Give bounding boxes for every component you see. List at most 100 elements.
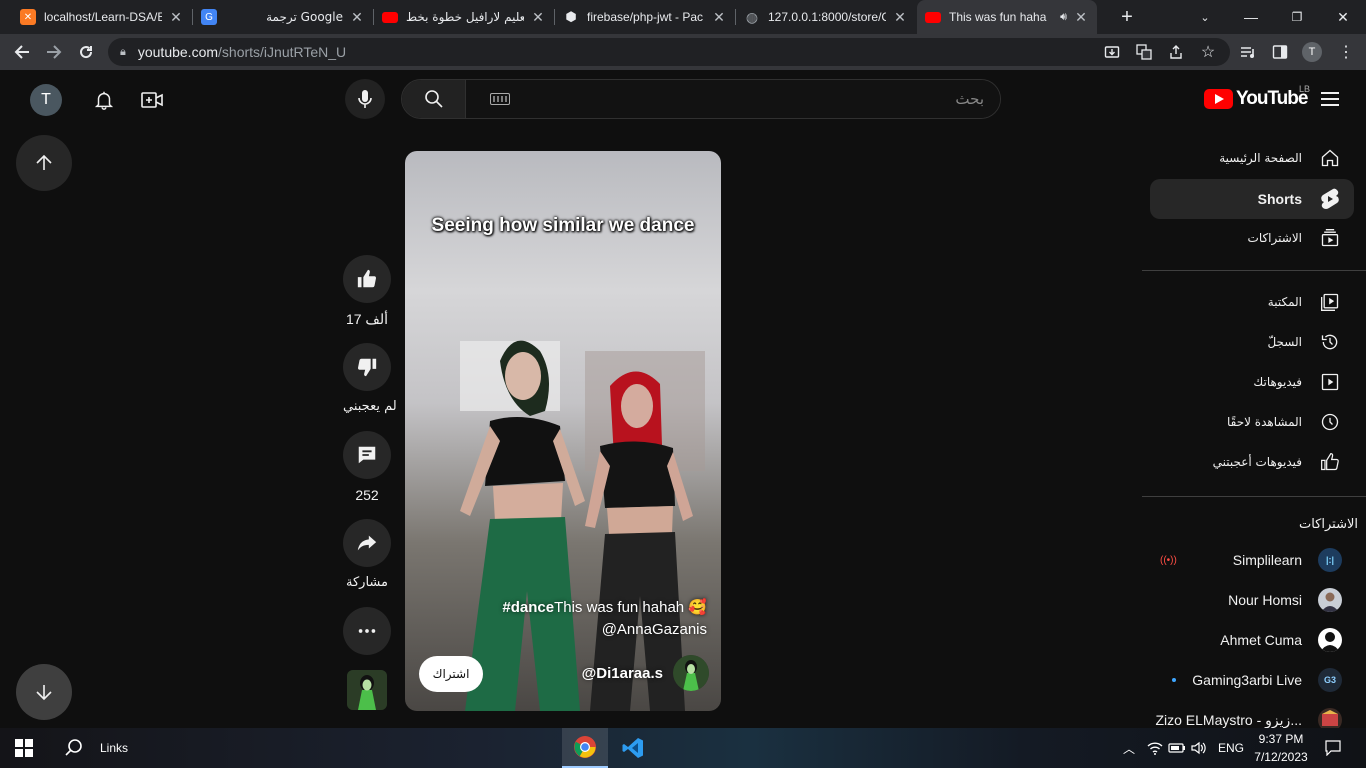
subscription-item[interactable]: Ahmet Cuma bbox=[1150, 620, 1354, 660]
tab-search-icon[interactable]: ⌄ bbox=[1182, 0, 1228, 34]
description-text: This was fun hahah 🥰 bbox=[554, 599, 707, 616]
sidebar-item-label: المكتبة bbox=[1267, 295, 1302, 309]
input-language[interactable]: ENG bbox=[1218, 741, 1244, 755]
sidebar-item-watch-later[interactable]: المشاهدة لاحقًا bbox=[1150, 402, 1354, 442]
mention-link[interactable]: @AnnaGazanis bbox=[502, 619, 707, 641]
sidebar-item-liked-videos[interactable]: فيديوهات أعجبتني bbox=[1150, 442, 1354, 482]
translate-page-icon[interactable] bbox=[1134, 42, 1154, 62]
address-bar[interactable]: 🔒︎ youtube.com/shorts/iJnutRTeN_U bbox=[108, 38, 1230, 66]
side-panel-icon[interactable] bbox=[1270, 42, 1290, 62]
subscription-name: Nour Homsi bbox=[1228, 592, 1302, 608]
chrome-taskbar-icon[interactable] bbox=[562, 728, 608, 768]
wifi-icon[interactable] bbox=[1144, 728, 1166, 768]
links-toolbar-label[interactable]: Links bbox=[100, 741, 128, 755]
share-icon[interactable] bbox=[1166, 42, 1186, 62]
clock-time[interactable]: 9:37 PM bbox=[1254, 732, 1308, 746]
sound-avatar[interactable] bbox=[347, 670, 387, 710]
install-app-icon[interactable] bbox=[1102, 42, 1122, 62]
close-tab-icon[interactable]: ✕ bbox=[530, 9, 546, 26]
more-options-button[interactable] bbox=[343, 607, 391, 655]
notification-center-icon[interactable] bbox=[1318, 728, 1348, 768]
channel-handle[interactable]: @Di1araa.s bbox=[582, 665, 663, 682]
sidebar-item-shorts[interactable]: Shorts bbox=[1150, 179, 1354, 219]
close-window-icon[interactable]: ✕ bbox=[1320, 0, 1366, 34]
voice-search-icon[interactable] bbox=[345, 79, 385, 119]
sidebar-item-library[interactable]: المكتبة bbox=[1150, 282, 1354, 322]
menu-hamburger-icon[interactable] bbox=[1318, 88, 1342, 112]
taskbar-search-icon[interactable] bbox=[58, 728, 90, 768]
next-short-button[interactable] bbox=[16, 664, 72, 720]
windows-start-icon[interactable] bbox=[8, 728, 40, 768]
subscription-avatar: |:| bbox=[1318, 548, 1342, 572]
sidebar-item-history[interactable]: السجلّ bbox=[1150, 322, 1354, 362]
lock-icon[interactable]: 🔒︎ bbox=[120, 46, 126, 59]
close-tab-icon[interactable]: ✕ bbox=[168, 9, 184, 26]
tab-title: ترجمة Google bbox=[266, 10, 343, 24]
subscription-name: Gaming3arbi Live bbox=[1192, 672, 1302, 688]
sidebar-divider bbox=[1142, 496, 1366, 497]
battery-icon[interactable] bbox=[1166, 728, 1188, 768]
address-toolbar: 🔒︎ youtube.com/shorts/iJnutRTeN_U ☆ T ⋮ bbox=[0, 34, 1366, 70]
back-icon[interactable] bbox=[10, 40, 34, 64]
short-video-player[interactable]: Seeing how similar we dance #danceThis w… bbox=[405, 151, 721, 711]
subscriptions-icon bbox=[1318, 226, 1342, 250]
close-tab-icon[interactable]: ✕ bbox=[1073, 9, 1089, 26]
close-tab-icon[interactable]: ✕ bbox=[892, 9, 908, 26]
channel-avatar[interactable] bbox=[673, 655, 709, 691]
tab-title: localhost/Learn-DSA/E bbox=[44, 10, 162, 24]
restore-icon[interactable]: ❐ bbox=[1274, 0, 1320, 34]
minimize-icon[interactable]: — bbox=[1228, 0, 1274, 34]
vscode-taskbar-icon[interactable] bbox=[610, 728, 656, 768]
sidebar-divider bbox=[1142, 270, 1366, 271]
dislike-label: لم يعجبني bbox=[343, 399, 397, 414]
more-horizontal-icon bbox=[358, 629, 376, 633]
browser-tab[interactable]: تعليم لارافيل خطوة بخط ✕ bbox=[374, 0, 554, 34]
url-path: /shorts/iJnutRTeN_U bbox=[218, 44, 347, 60]
comment-count: 252 bbox=[355, 487, 379, 503]
speaker-icon[interactable]: 🔊︎ bbox=[1060, 11, 1067, 24]
volume-icon[interactable] bbox=[1188, 728, 1210, 768]
subscription-item[interactable]: Nour Homsi bbox=[1150, 580, 1354, 620]
subscription-item[interactable]: Gaming3arbi Live G3 bbox=[1150, 660, 1354, 700]
subscription-name: Simplilearn bbox=[1232, 552, 1302, 568]
dislike-button[interactable] bbox=[343, 343, 391, 391]
browser-tab[interactable]: ⬢ firebase/php-jwt - Pac ✕ bbox=[555, 0, 735, 34]
search-input[interactable] bbox=[510, 90, 984, 108]
subscribe-button[interactable]: اشتراك bbox=[419, 656, 483, 692]
google-translate-icon: G bbox=[201, 9, 217, 25]
share-button[interactable] bbox=[343, 519, 391, 567]
youtube-logo[interactable]: YouTube LB bbox=[1204, 84, 1310, 110]
comments-button[interactable] bbox=[343, 431, 391, 479]
close-tab-icon[interactable]: ✕ bbox=[349, 9, 365, 26]
browser-profile-avatar[interactable]: T bbox=[1302, 42, 1322, 62]
browser-tab[interactable]: ◍ 127.0.0.1:8000/store/C ✕ bbox=[736, 0, 916, 34]
sidebar-item-your-videos[interactable]: فيديوهاتك bbox=[1150, 362, 1354, 402]
media-queue-icon[interactable] bbox=[1238, 42, 1258, 62]
browser-tab-active[interactable]: This was fun haha 🔊︎ ✕ bbox=[917, 0, 1097, 34]
forward-icon[interactable] bbox=[42, 40, 66, 64]
windows-taskbar: Links ︿ ENG 9:37 PM 7/12/2023 bbox=[0, 728, 1366, 768]
subscription-item[interactable]: ((•)) Simplilearn |:| bbox=[1150, 540, 1354, 580]
sound-thumbnail-icon bbox=[347, 670, 387, 710]
sidebar-item-home[interactable]: الصفحة الرئيسية bbox=[1150, 138, 1354, 178]
reload-icon[interactable] bbox=[74, 40, 98, 64]
bookmark-star-icon[interactable]: ☆ bbox=[1198, 42, 1218, 62]
new-tab-icon[interactable]: + bbox=[1104, 0, 1150, 34]
notifications-bell-icon[interactable] bbox=[90, 86, 118, 114]
account-avatar[interactable]: T bbox=[30, 84, 62, 116]
clock-date[interactable]: 7/12/2023 bbox=[1254, 750, 1308, 764]
keyboard-icon[interactable] bbox=[490, 93, 510, 105]
browser-tab[interactable]: G ترجمة Google ✕ bbox=[193, 0, 373, 34]
browser-tab[interactable]: ✕ localhost/Learn-DSA/E ✕ bbox=[12, 0, 192, 34]
show-hidden-icons-chevron[interactable]: ︿ bbox=[1118, 728, 1140, 768]
sidebar-item-subscriptions[interactable]: الاشتراكات bbox=[1150, 218, 1354, 258]
previous-short-button[interactable] bbox=[16, 135, 72, 191]
library-icon bbox=[1318, 290, 1342, 314]
like-action: 17 ألف bbox=[343, 255, 391, 328]
browser-menu-icon[interactable]: ⋮ bbox=[1336, 42, 1356, 62]
create-video-icon[interactable] bbox=[138, 86, 166, 114]
hashtag-link[interactable]: #dance bbox=[502, 599, 554, 616]
close-tab-icon[interactable]: ✕ bbox=[711, 9, 727, 26]
search-icon[interactable] bbox=[402, 80, 466, 118]
like-button[interactable] bbox=[343, 255, 391, 303]
